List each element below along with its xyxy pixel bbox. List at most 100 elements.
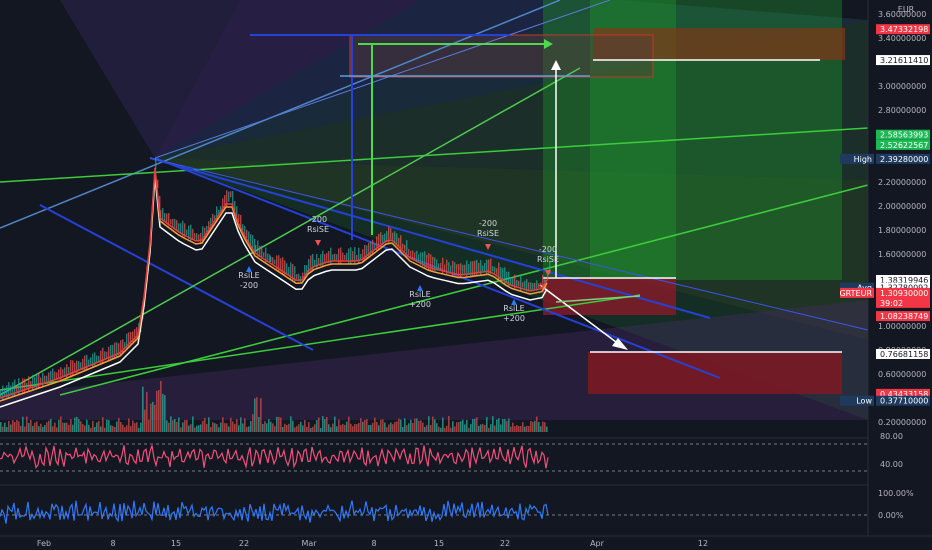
price-tick: 1.80000000: [878, 226, 926, 235]
volume-bar: [502, 418, 504, 432]
volume-bar: [162, 393, 164, 432]
time-tick: Mar: [301, 539, 317, 548]
price-tick: 1.60000000: [878, 250, 926, 259]
volume-bar: [460, 421, 462, 432]
price-tag-label: Low: [856, 397, 872, 406]
volume-bar: [224, 423, 226, 432]
price-tick: 1.00000000: [878, 322, 926, 331]
volume-bar: [398, 418, 400, 432]
volume-bar: [42, 427, 44, 432]
volume-bar: [330, 427, 332, 432]
volume-bar: [252, 414, 254, 432]
osc-tick: 100.00%: [878, 489, 914, 498]
volume-bar: [78, 419, 80, 432]
volume-bar: [490, 424, 492, 432]
price-tick: 3.00000000: [878, 82, 926, 91]
volume-bar: [540, 426, 542, 432]
volume-bar: [328, 424, 330, 432]
volume-bar: [186, 419, 188, 432]
volume-bar: [172, 420, 174, 432]
volume-bar: [92, 420, 94, 432]
volume-bar: [36, 421, 38, 432]
stop-zone: [588, 352, 842, 394]
volume-bar: [106, 419, 108, 432]
volume-bar: [272, 423, 274, 432]
volume-bar: [274, 426, 276, 432]
price-tick: 0.20000000: [878, 418, 926, 427]
volume-bar: [58, 419, 60, 432]
volume-bar: [38, 426, 40, 432]
price-tag-value: 3.47332198: [880, 25, 928, 34]
volume-bar: [104, 427, 106, 432]
volume-bar: [262, 423, 264, 432]
volume-bar: [158, 390, 160, 432]
volume-bar: [472, 418, 474, 432]
volume-bar: [376, 422, 378, 432]
volume-bar: [102, 417, 104, 432]
volume-bar: [6, 427, 8, 432]
volume-bar: [542, 421, 544, 432]
volume-bar: [12, 420, 14, 432]
signal-label: -200 RsiSE: [477, 219, 499, 238]
price-tag-value: 1.30930000: [880, 289, 928, 298]
volume-bar: [384, 422, 386, 432]
volume-bar: [228, 426, 230, 432]
volume-bar: [334, 416, 336, 432]
volume-bar: [32, 425, 34, 432]
trading-chart[interactable]: -200 RsiSERsiLE -200-200 RsiSERsiLE +200-200…: [0, 0, 932, 550]
volume-bar: [428, 416, 430, 432]
time-tick: Feb: [37, 539, 51, 548]
volume-bar: [368, 424, 370, 432]
volume-bar: [442, 417, 444, 432]
volume-bar: [256, 397, 258, 432]
volume-bar: [480, 424, 482, 432]
volume-bar: [164, 395, 166, 432]
volume-bar: [430, 425, 432, 432]
volume-bar: [112, 425, 114, 432]
volume-bar: [380, 419, 382, 432]
volume-bar: [254, 398, 256, 432]
volume-bar: [234, 423, 236, 432]
signal-line: -200: [479, 219, 497, 228]
volume-bar: [28, 422, 30, 432]
volume-bar: [338, 419, 340, 432]
volume-bar: [494, 425, 496, 432]
time-axis[interactable]: Feb 8 15 22 Mar 8 15 22 Apr 12: [0, 535, 932, 550]
volume-bar: [306, 426, 308, 432]
volume-bar: [0, 422, 2, 432]
volume-bar: [298, 424, 300, 432]
volume-bar: [500, 424, 502, 432]
volume-bar: [90, 427, 92, 432]
volume-bar: [510, 426, 512, 432]
volume-bar: [352, 426, 354, 432]
volume-bar: [46, 422, 48, 432]
volume-bar: [360, 418, 362, 432]
short-arrow: [315, 240, 321, 246]
volume-bar: [476, 417, 478, 432]
volume-bar: [22, 416, 24, 432]
volume-bar: [310, 427, 312, 432]
volume-bar: [462, 419, 464, 432]
volume-bar: [88, 424, 90, 432]
volume-bar: [388, 424, 390, 432]
volume-bar: [108, 420, 110, 432]
volume-bar: [482, 423, 484, 432]
volume-bar: [68, 424, 70, 432]
volume-bar: [226, 423, 228, 432]
volume-bar: [208, 417, 210, 432]
volume-bar: [64, 422, 66, 432]
volume-bar: [54, 422, 56, 432]
volume-bar: [260, 398, 262, 432]
volume-bar: [544, 422, 546, 432]
volume-bar: [474, 418, 476, 432]
signal-label: -200 RsiSE: [307, 215, 329, 234]
volume-bar: [366, 419, 368, 432]
volume-bar: [496, 419, 498, 432]
volume-bar: [406, 425, 408, 432]
volume-bar: [378, 425, 380, 432]
volume-bar: [52, 426, 54, 432]
time-tick: Apr: [590, 539, 605, 548]
volume-bar: [382, 419, 384, 432]
volume-bar: [210, 426, 212, 432]
volume-bar: [354, 424, 356, 432]
